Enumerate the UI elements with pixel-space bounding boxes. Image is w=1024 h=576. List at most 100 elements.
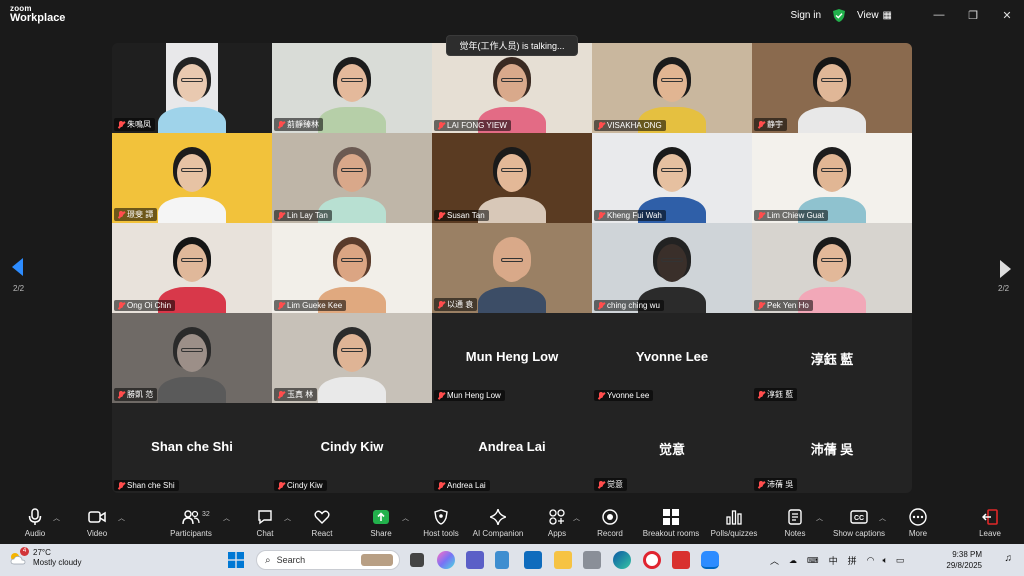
apps-label: Apps [547, 529, 567, 538]
glasses [341, 348, 363, 352]
participant-name: 静宇 [767, 120, 783, 129]
muted-microphone-icon [598, 121, 604, 130]
previous-page-arrow-icon[interactable] [12, 258, 23, 276]
record-button[interactable]: Record [575, 508, 645, 538]
participant-tile[interactable]: 以通 袁 [432, 223, 592, 313]
glasses [501, 168, 523, 172]
search-icon: ⌕ [265, 554, 271, 566]
zoom-app-icon[interactable] [701, 551, 719, 569]
participants-button[interactable]: Participants [156, 508, 226, 538]
participant-tile[interactable]: 朱鳴凤 [112, 43, 272, 133]
participant-face [497, 154, 527, 192]
participant-name: Mun Heng Low [447, 391, 501, 400]
participant-tile[interactable]: Andrea Lai Andrea Lai [432, 403, 592, 493]
participant-tile[interactable]: Yvonne Lee Yvonne Lee [592, 313, 752, 403]
participant-tile[interactable]: 沛蒨 吳沛蒨 吳 [752, 403, 912, 493]
participant-name: Cindy Kiw [287, 481, 323, 490]
keyboard-icon[interactable]: ⌨ [807, 556, 819, 565]
polls-button[interactable]: Polls/quizzes [699, 508, 769, 538]
participant-tile[interactable]: 璟斐 譚 [112, 133, 272, 223]
windows-taskbar: 27°C Mostly cloudy 4 ⌕ Search ︿ ☁ ⌨ 中 拼 … [0, 544, 1024, 576]
more-icon [909, 508, 927, 526]
notes-options-caret-icon[interactable]: ︿ [816, 513, 823, 523]
show-hidden-icons-chevron-icon[interactable]: ︿ [770, 554, 779, 567]
participant-name: 玉真 林 [287, 390, 314, 399]
participant-tile[interactable]: Lin Lay Tan [272, 133, 432, 223]
system-clock[interactable]: 9:38 PM 29/8/2025 [946, 549, 982, 571]
page-indicator-right: 2/2 [998, 284, 1010, 293]
participant-tile[interactable]: Susan Tan [432, 133, 592, 223]
participant-name-tag: ching ching wu [594, 300, 664, 311]
teams-icon[interactable] [466, 551, 484, 569]
participant-name-tag: Cindy Kiw [274, 480, 327, 491]
participant-name: 沛蒨 吳 [767, 480, 794, 489]
participant-display-name: Shan che Shi [151, 439, 233, 454]
participant-display-name: 沛蒨 吳 [810, 442, 854, 457]
muted-microphone-icon [278, 481, 284, 490]
polls-label: Polls/quizzes [710, 529, 758, 538]
close-button[interactable]: ✕ [990, 9, 1024, 22]
document-app-icon[interactable] [495, 551, 509, 569]
wifi-icon[interactable]: ◠ [867, 555, 875, 566]
muted-microphone-icon [278, 390, 284, 399]
participant-tile[interactable]: 勝凱 范 [112, 313, 272, 403]
taskbar-search[interactable]: ⌕ Search [256, 550, 400, 570]
view-button[interactable]: View ▦ [857, 10, 892, 21]
participant-tile[interactable]: Ong Oi Chin [112, 223, 272, 313]
participant-tile[interactable]: ching ching wu [592, 223, 752, 313]
minimize-button[interactable]: — [922, 9, 956, 21]
notification-bell-icon[interactable]: ♫ [1005, 553, 1013, 564]
wps-office-icon[interactable] [672, 551, 690, 569]
leave-button[interactable]: Leave [955, 508, 1024, 538]
shield-icon[interactable] [833, 8, 846, 22]
camera-icon[interactable] [583, 551, 601, 569]
participant-name-tag: 莂靜臻林 [274, 118, 323, 131]
heart-icon [314, 510, 330, 524]
battery-icon[interactable]: ▭ [896, 555, 905, 566]
participant-tile[interactable]: 淳鈺 藍淳鈺 藍 [752, 313, 912, 403]
participant-tile[interactable]: 玉真 林 [272, 313, 432, 403]
participant-tile[interactable]: Mun Heng Low Mun Heng Low [432, 313, 592, 403]
participant-tile[interactable]: Cindy Kiw Cindy Kiw [272, 403, 432, 493]
muted-microphone-icon [118, 390, 124, 399]
audio-options-caret-icon[interactable]: ︿ [53, 513, 60, 523]
muted-microphone-icon [118, 210, 124, 219]
input-language-chinese[interactable]: 中 [829, 554, 838, 567]
video-options-caret-icon[interactable]: ︿ [118, 513, 125, 523]
participant-tile[interactable]: Shan che Shi Shan che Shi [112, 403, 272, 493]
share-label: Share [370, 529, 392, 538]
sign-in-link[interactable]: Sign in [790, 10, 821, 21]
participant-name: Andrea Lai [447, 481, 486, 490]
onedrive-cloud-icon[interactable]: ☁ [789, 556, 797, 565]
participant-tile[interactable]: Lim Gueke Kee [272, 223, 432, 313]
copilot-icon[interactable] [437, 551, 455, 569]
participants-options-caret-icon[interactable]: ︿ [223, 513, 230, 523]
glasses [821, 258, 843, 262]
participant-tile[interactable]: VISAKHA ONG [592, 43, 752, 133]
participant-tile[interactable]: 莂靜臻林 [272, 43, 432, 133]
participant-tile[interactable]: Pek Yen Ho [752, 223, 912, 313]
participant-name-tag: Lin Lay Tan [274, 210, 332, 221]
participant-name: 勝凱 范 [127, 390, 154, 399]
input-method-pinyin[interactable]: 拼 [848, 554, 857, 567]
outlook-icon[interactable] [524, 551, 542, 569]
next-page-arrow-icon[interactable] [1000, 260, 1011, 278]
muted-microphone-icon [598, 301, 604, 310]
participant-tile[interactable]: 静宇 [752, 43, 912, 133]
edge-browser-icon[interactable] [613, 551, 631, 569]
breakout-rooms-button[interactable]: Breakout rooms [636, 508, 706, 538]
muted-microphone-icon [438, 300, 444, 309]
participant-name: Pek Yen Ho [767, 301, 809, 310]
participant-tile[interactable]: Lim Chiew Guat [752, 133, 912, 223]
windows-start-icon[interactable] [228, 552, 244, 568]
more-button[interactable]: More [883, 508, 953, 538]
volume-icon[interactable]: 🔈︎ [882, 555, 887, 566]
participant-display-name: Cindy Kiw [320, 439, 384, 454]
participant-tile[interactable]: 觉意 觉意 [592, 403, 752, 493]
host-shield-icon [434, 509, 448, 525]
restore-button[interactable]: ❐ [956, 9, 990, 22]
file-explorer-icon[interactable] [554, 551, 572, 569]
task-view-icon[interactable] [410, 553, 424, 567]
opera-browser-icon[interactable] [643, 551, 661, 569]
participant-tile[interactable]: Kheng Fui Wah [592, 133, 752, 223]
